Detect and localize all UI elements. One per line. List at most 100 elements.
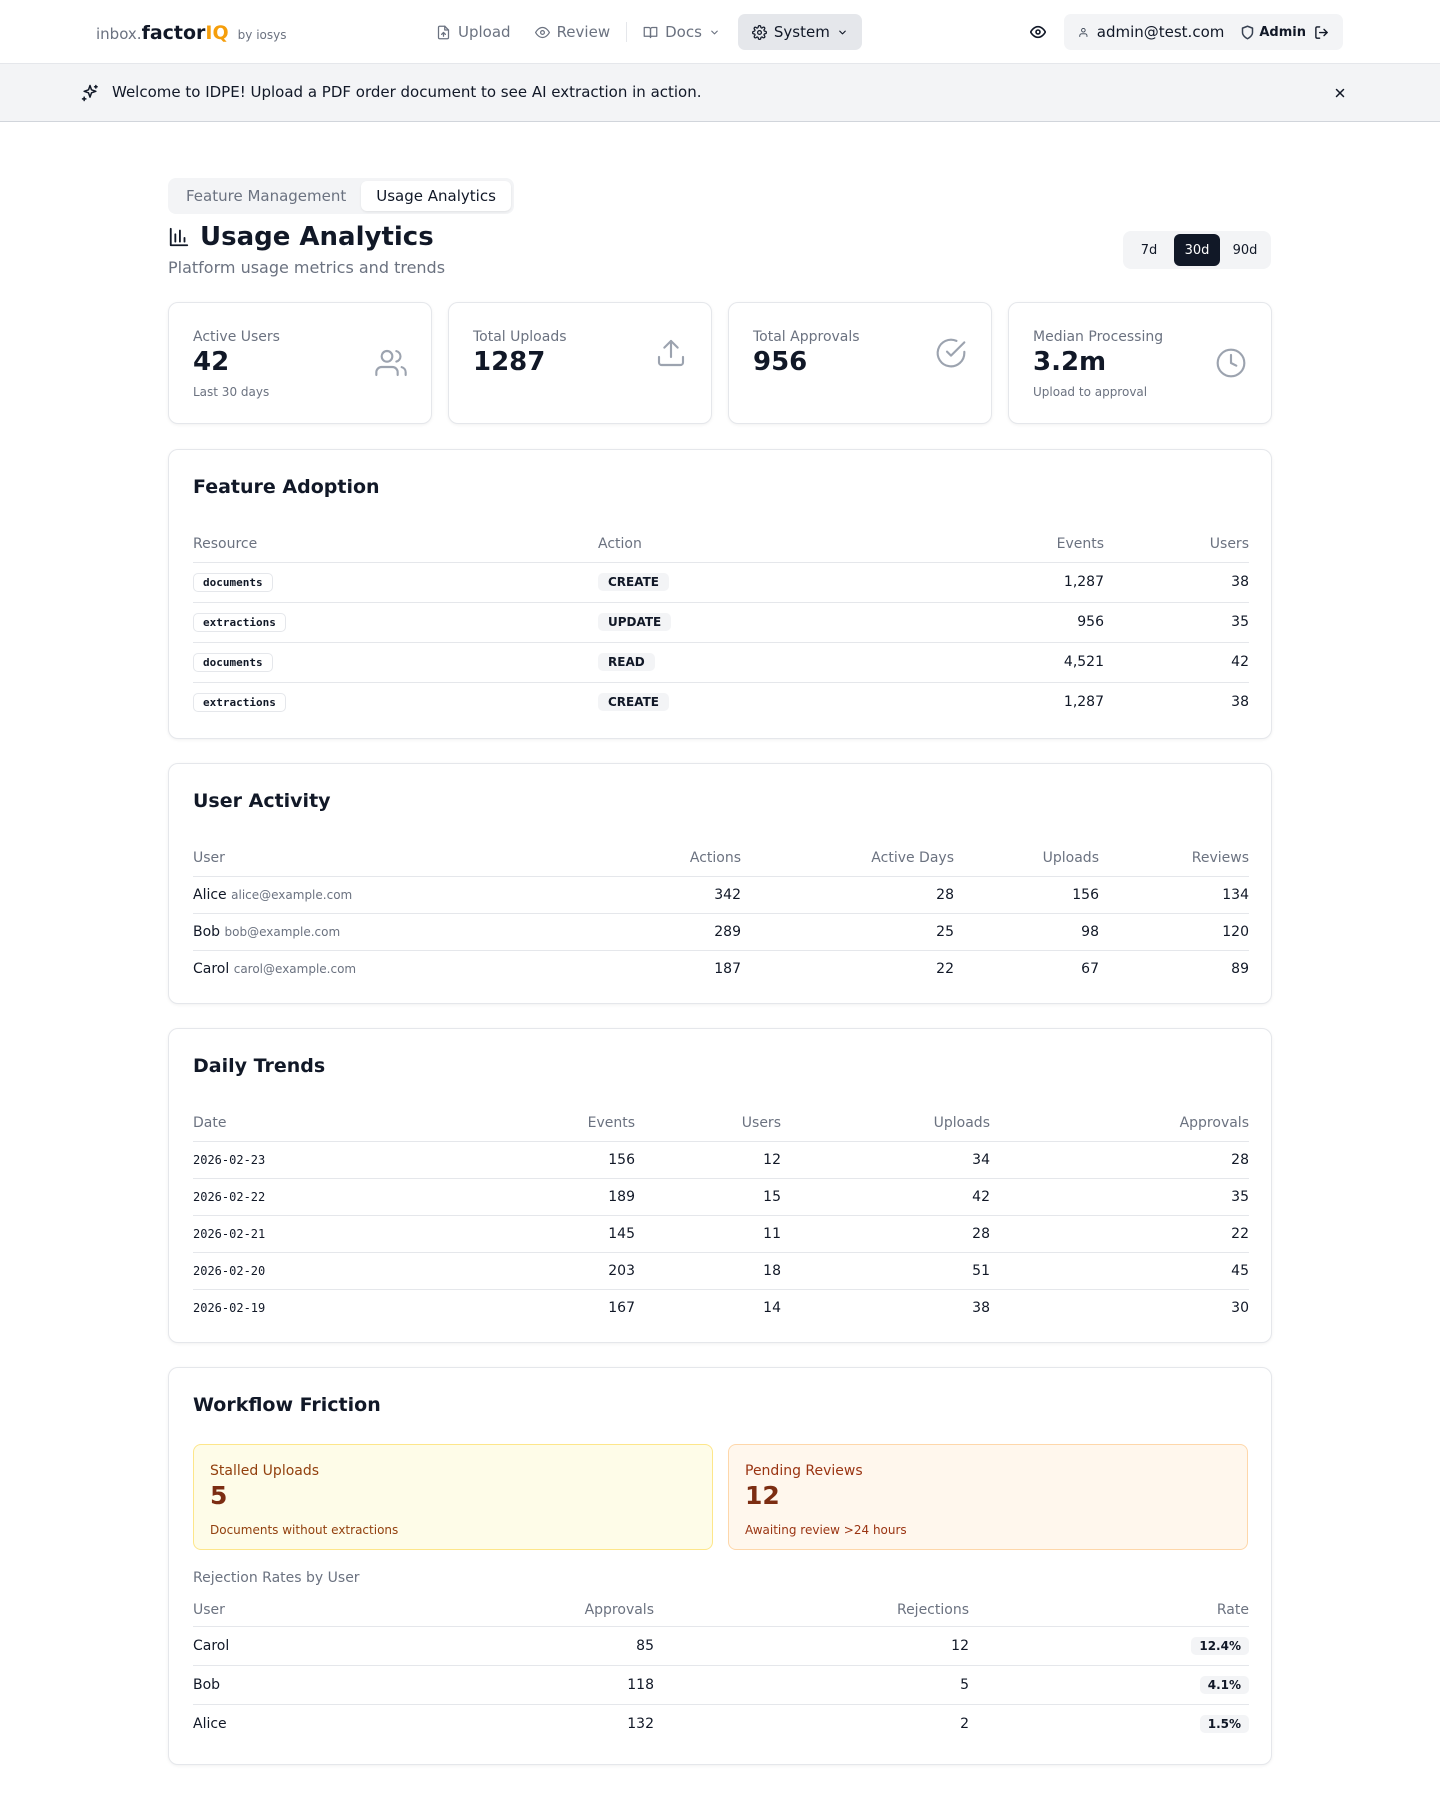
active-days-cell: 28 — [741, 876, 954, 914]
nav-system[interactable]: System — [737, 14, 862, 50]
system-tabs: Feature Management Usage Analytics — [168, 178, 514, 214]
events-cell: 167 — [608, 1299, 635, 1316]
approvals-cell: 45 — [990, 1252, 1249, 1290]
bar-chart-icon — [169, 227, 189, 247]
users-cell: 11 — [635, 1215, 781, 1253]
users-cell: 38 — [1104, 562, 1249, 603]
user-menu[interactable]: admin@test.com Admin — [1064, 14, 1343, 50]
nav-docs[interactable]: Docs — [631, 14, 732, 50]
users-cell: 35 — [1104, 602, 1249, 643]
pending-reviews-sub: Awaiting review >24 hours — [745, 1523, 907, 1537]
users-cell: 38 — [1231, 694, 1249, 711]
gear-icon — [751, 24, 767, 40]
range-30d-button[interactable]: 30d — [1174, 234, 1220, 266]
rate-badge: 1.5% — [1199, 1714, 1249, 1733]
table-header-row: Date Events Users Uploads Approvals — [193, 1105, 1249, 1142]
column-header: Uploads — [954, 840, 1099, 877]
nav-system-label: System — [773, 23, 830, 41]
approvals-cell: 132 — [627, 1715, 654, 1732]
date-range-selector: 7d 30d 90d — [1123, 231, 1271, 269]
range-7d-button[interactable]: 7d — [1126, 234, 1172, 266]
nav-review[interactable]: Review — [523, 14, 623, 50]
table-row: Alice 132 2 1.5% — [193, 1704, 1249, 1743]
approvals-cell: 118 — [493, 1665, 654, 1705]
table-row: 2026-02-19 167 14 38 30 — [193, 1289, 1249, 1326]
stat-value: 956 — [753, 347, 808, 377]
preview-toggle-button[interactable] — [1027, 21, 1049, 43]
column-header: Actions — [523, 840, 741, 877]
pending-reviews-value: 12 — [745, 1481, 780, 1510]
column-header: Approvals — [493, 1594, 654, 1627]
rate-badge: 4.1% — [1199, 1675, 1249, 1694]
tab-feature-management[interactable]: Feature Management — [171, 181, 361, 211]
chevron-down-icon — [839, 30, 846, 34]
stat-value: 1287 — [473, 347, 546, 377]
stat-card-total-approvals: Total Approvals 956 — [728, 302, 992, 424]
banner-close-button[interactable] — [1330, 83, 1350, 103]
column-header: Reviews — [1099, 840, 1249, 877]
brand-by: by iosys — [237, 28, 287, 42]
stat-card-total-uploads: Total Uploads 1287 — [448, 302, 712, 424]
user-icon — [1079, 27, 1088, 37]
table-row: extractions UPDATE 956 35 — [193, 602, 1249, 643]
nav-divider — [626, 22, 628, 42]
table-row: extractions CREATE 1,287 38 — [193, 682, 1249, 722]
role-label: Admin — [1259, 24, 1306, 40]
stalled-uploads-sub: Documents without extractions — [210, 1523, 399, 1537]
file-upload-icon — [437, 25, 450, 39]
column-header: Date — [193, 1105, 470, 1142]
stalled-uploads-label: Stalled Uploads — [210, 1463, 320, 1479]
events-cell: 1,287 — [888, 562, 1104, 603]
table-row: 2026-02-23 156 12 34 28 — [193, 1141, 1249, 1179]
column-header: Uploads — [781, 1105, 990, 1142]
table-row: Alice alice@example.com 342 28 156 134 — [193, 876, 1249, 914]
table-row: documents READ 4,521 42 — [193, 642, 1249, 683]
approvals-cell: 30 — [1231, 1299, 1249, 1316]
stat-label: Active Users — [193, 329, 280, 345]
uploads-cell: 38 — [972, 1299, 990, 1316]
reviews-cell: 120 — [1099, 913, 1249, 951]
user-name: Carol — [193, 960, 230, 977]
uploads-cell: 98 — [954, 913, 1099, 951]
users-cell: 42 — [1104, 642, 1249, 683]
tab-usage-analytics[interactable]: Usage Analytics — [361, 181, 511, 211]
brand-logo[interactable]: inbox. factor IQ by iosys — [96, 22, 286, 44]
table-row: Carol 85 12 12.4% — [193, 1626, 1249, 1666]
column-header: Resource — [193, 526, 598, 563]
date-cell: 2026-02-23 — [193, 1141, 470, 1179]
rejection-rates-title: Rejection Rates by User — [193, 1570, 360, 1586]
main-nav: Upload Review Docs System — [424, 14, 862, 50]
actions-cell: 289 — [523, 913, 741, 951]
close-icon — [1335, 88, 1345, 98]
welcome-banner: Welcome to IDPE! Upload a PDF order docu… — [0, 64, 1440, 122]
users-cell: 15 — [635, 1178, 781, 1216]
uploads-cell: 51 — [781, 1252, 990, 1290]
reviews-cell: 89 — [1231, 960, 1249, 977]
events-cell: 956 — [888, 602, 1104, 643]
logout-button[interactable] — [1314, 25, 1329, 40]
user-email: bob@example.com — [224, 924, 341, 939]
section-title: Daily Trends — [193, 1055, 326, 1077]
action-badge: UPDATE — [598, 613, 672, 631]
approvals-cell: 35 — [990, 1178, 1249, 1216]
rejections-cell: 5 — [654, 1665, 969, 1705]
stat-label: Median Processing — [1033, 329, 1164, 345]
table-header-row: Resource Action Events Users — [193, 526, 1249, 563]
action-badge: READ — [598, 653, 655, 671]
events-cell: 189 — [470, 1178, 635, 1216]
banner-message: Welcome to IDPE! Upload a PDF order docu… — [112, 83, 702, 101]
brand-name: factor — [141, 22, 206, 44]
table-row: 2026-02-21 145 11 28 22 — [193, 1215, 1249, 1253]
approvals-cell: 28 — [990, 1141, 1249, 1179]
uploads-cell: 28 — [781, 1215, 990, 1253]
table-row: Bob 118 5 4.1% — [193, 1665, 1249, 1705]
main-content: Feature Management Usage Analytics Usage… — [0, 122, 1440, 1819]
stat-sub: Upload to approval — [1033, 385, 1148, 399]
nav-upload[interactable]: Upload — [424, 14, 523, 50]
range-90d-button[interactable]: 90d — [1222, 234, 1268, 266]
section-title: Feature Adoption — [193, 476, 380, 498]
page-title-row: Usage Analytics — [168, 222, 434, 252]
eye-icon — [1030, 25, 1046, 39]
users-cell: 18 — [635, 1252, 781, 1290]
page-title: Usage Analytics — [200, 222, 434, 252]
